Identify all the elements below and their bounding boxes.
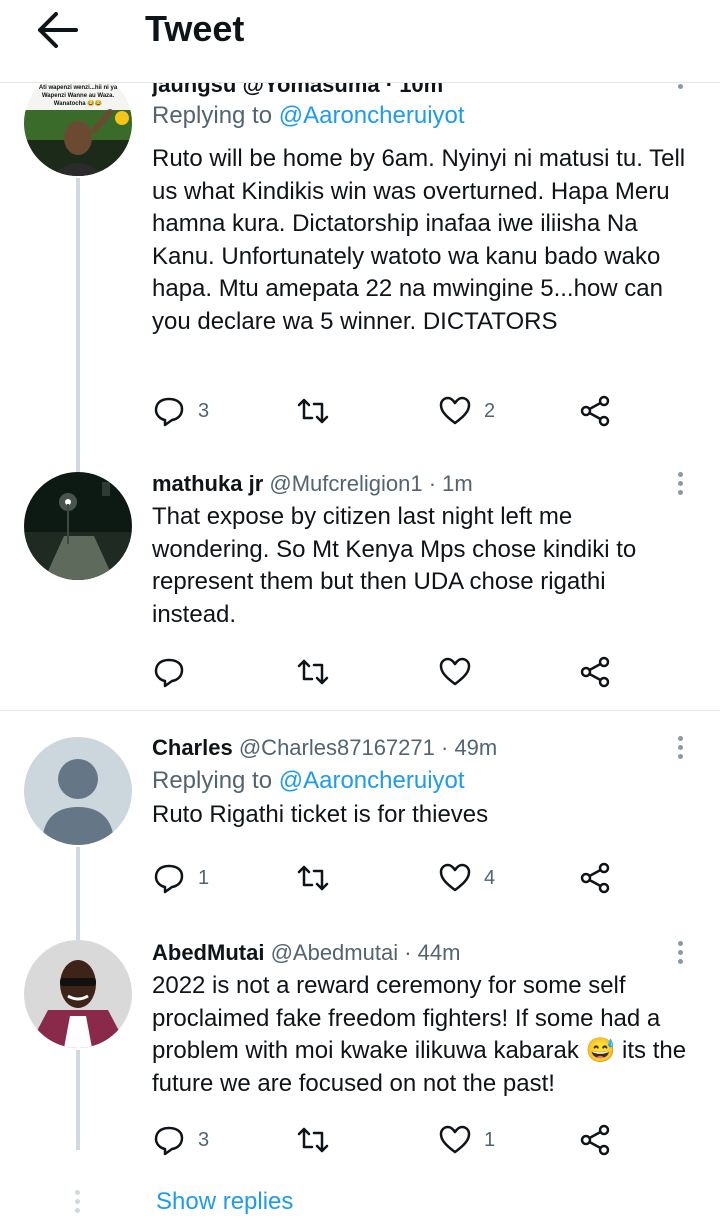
thread-line — [76, 1050, 80, 1150]
reply-icon — [154, 658, 184, 688]
reply-button[interactable]: 1 — [152, 858, 209, 898]
share-button[interactable] — [578, 391, 612, 431]
tweet-text: 2022 is not a reward ceremony for some s… — [152, 972, 687, 1097]
share-icon — [580, 1124, 610, 1156]
heart-icon — [439, 1125, 471, 1154]
heart-icon — [439, 396, 471, 425]
reply-button[interactable] — [152, 652, 198, 692]
retweet-button[interactable] — [296, 858, 342, 898]
tweet-header: AbedMutai @Abedmutai · 44m — [152, 938, 692, 968]
more-options-icon[interactable] — [670, 732, 690, 762]
reply-icon — [154, 397, 184, 427]
retweet-button[interactable] — [296, 1120, 342, 1160]
share-button[interactable] — [578, 652, 612, 692]
thread-line — [76, 178, 80, 456]
tweet-mathuka: mathuka jr @Mufcreligion1 · 1m That expo… — [0, 452, 720, 710]
author-handle[interactable]: @Mufcreligion1 — [269, 471, 422, 496]
reply-handle-link[interactable]: @Aaroncheruiyot — [279, 767, 465, 794]
thread-line — [76, 452, 80, 472]
retweet-icon — [297, 1127, 329, 1153]
tweet-time: · 49m — [441, 735, 498, 760]
heart-icon — [439, 863, 471, 892]
tweet-text: Ruto Rigathi ticket is for thieves — [152, 801, 489, 828]
tweet-time: · 1m — [428, 471, 473, 496]
replying-to: Replying to @Aaroncheruiyot — [152, 767, 465, 794]
page-title: Tweet — [145, 8, 245, 49]
reply-button[interactable]: 3 — [152, 391, 209, 431]
replying-to: Replying to @Aaroncheruiyot — [152, 102, 465, 129]
tweet-actions — [152, 652, 672, 692]
reply-icon — [154, 864, 184, 894]
author-handle[interactable]: @Charles87167271 — [239, 735, 435, 760]
tweet-charles: Charles @Charles87167271 · 49m Replying … — [0, 711, 720, 930]
more-options-icon[interactable] — [670, 937, 690, 967]
avatar[interactable] — [24, 472, 132, 580]
retweet-icon — [297, 398, 329, 424]
thread-line — [76, 930, 80, 940]
share-button[interactable] — [578, 858, 612, 898]
like-button[interactable] — [438, 652, 484, 692]
tweet-header: Charles @Charles87167271 · 49m — [152, 733, 692, 763]
tweet-text: Ruto will be home by 6am. Nyinyi ni matu… — [152, 145, 686, 335]
author-name[interactable]: AbedMutai — [152, 940, 264, 965]
avatar[interactable] — [24, 940, 132, 1048]
avatar[interactable] — [24, 737, 132, 845]
retweet-icon — [297, 659, 329, 685]
tweet-actions: 3 1 — [152, 1120, 672, 1160]
share-icon — [580, 862, 610, 894]
tweet-abedmutai: AbedMutai @Abedmutai · 44m 2022 is not a… — [0, 930, 720, 1180]
reply-handle-link[interactable]: @Aaroncheruiyot — [279, 102, 465, 129]
like-button[interactable]: 2 — [438, 391, 495, 431]
thread-continuation-dots — [73, 1190, 81, 1217]
retweet-button[interactable] — [296, 391, 342, 431]
share-icon — [580, 656, 610, 688]
tweet-actions: 3 2 — [152, 391, 672, 431]
like-button[interactable]: 1 — [438, 1120, 495, 1160]
thread-line — [76, 847, 80, 930]
reply-icon — [154, 1126, 184, 1156]
retweet-icon — [297, 865, 329, 891]
tweet-header: mathuka jr @Mufcreligion1 · 1m — [152, 469, 692, 499]
reply-button[interactable]: 3 — [152, 1120, 209, 1160]
share-icon — [580, 395, 610, 427]
author-handle[interactable]: @Abedmutai — [271, 940, 399, 965]
share-button[interactable] — [578, 1120, 612, 1160]
heart-icon — [439, 657, 471, 686]
like-button[interactable]: 4 — [438, 858, 495, 898]
author-name[interactable]: Charles — [152, 735, 233, 760]
back-arrow-icon[interactable] — [36, 12, 80, 48]
avatar-meme-caption: Ati wapenzi wenzi...hii ni ya Wapenzi Wa… — [38, 85, 118, 107]
retweet-button[interactable] — [296, 652, 342, 692]
author-name[interactable]: mathuka jr — [152, 471, 263, 496]
more-options-icon[interactable] — [670, 468, 690, 498]
tweet-text: That expose by citizen last night left m… — [152, 503, 637, 628]
show-replies-link[interactable]: Show replies — [156, 1188, 293, 1216]
top-bar: Tweet — [0, 0, 720, 83]
tweet-actions: 1 4 — [152, 858, 672, 898]
tweet-time: · 44m — [404, 940, 461, 965]
